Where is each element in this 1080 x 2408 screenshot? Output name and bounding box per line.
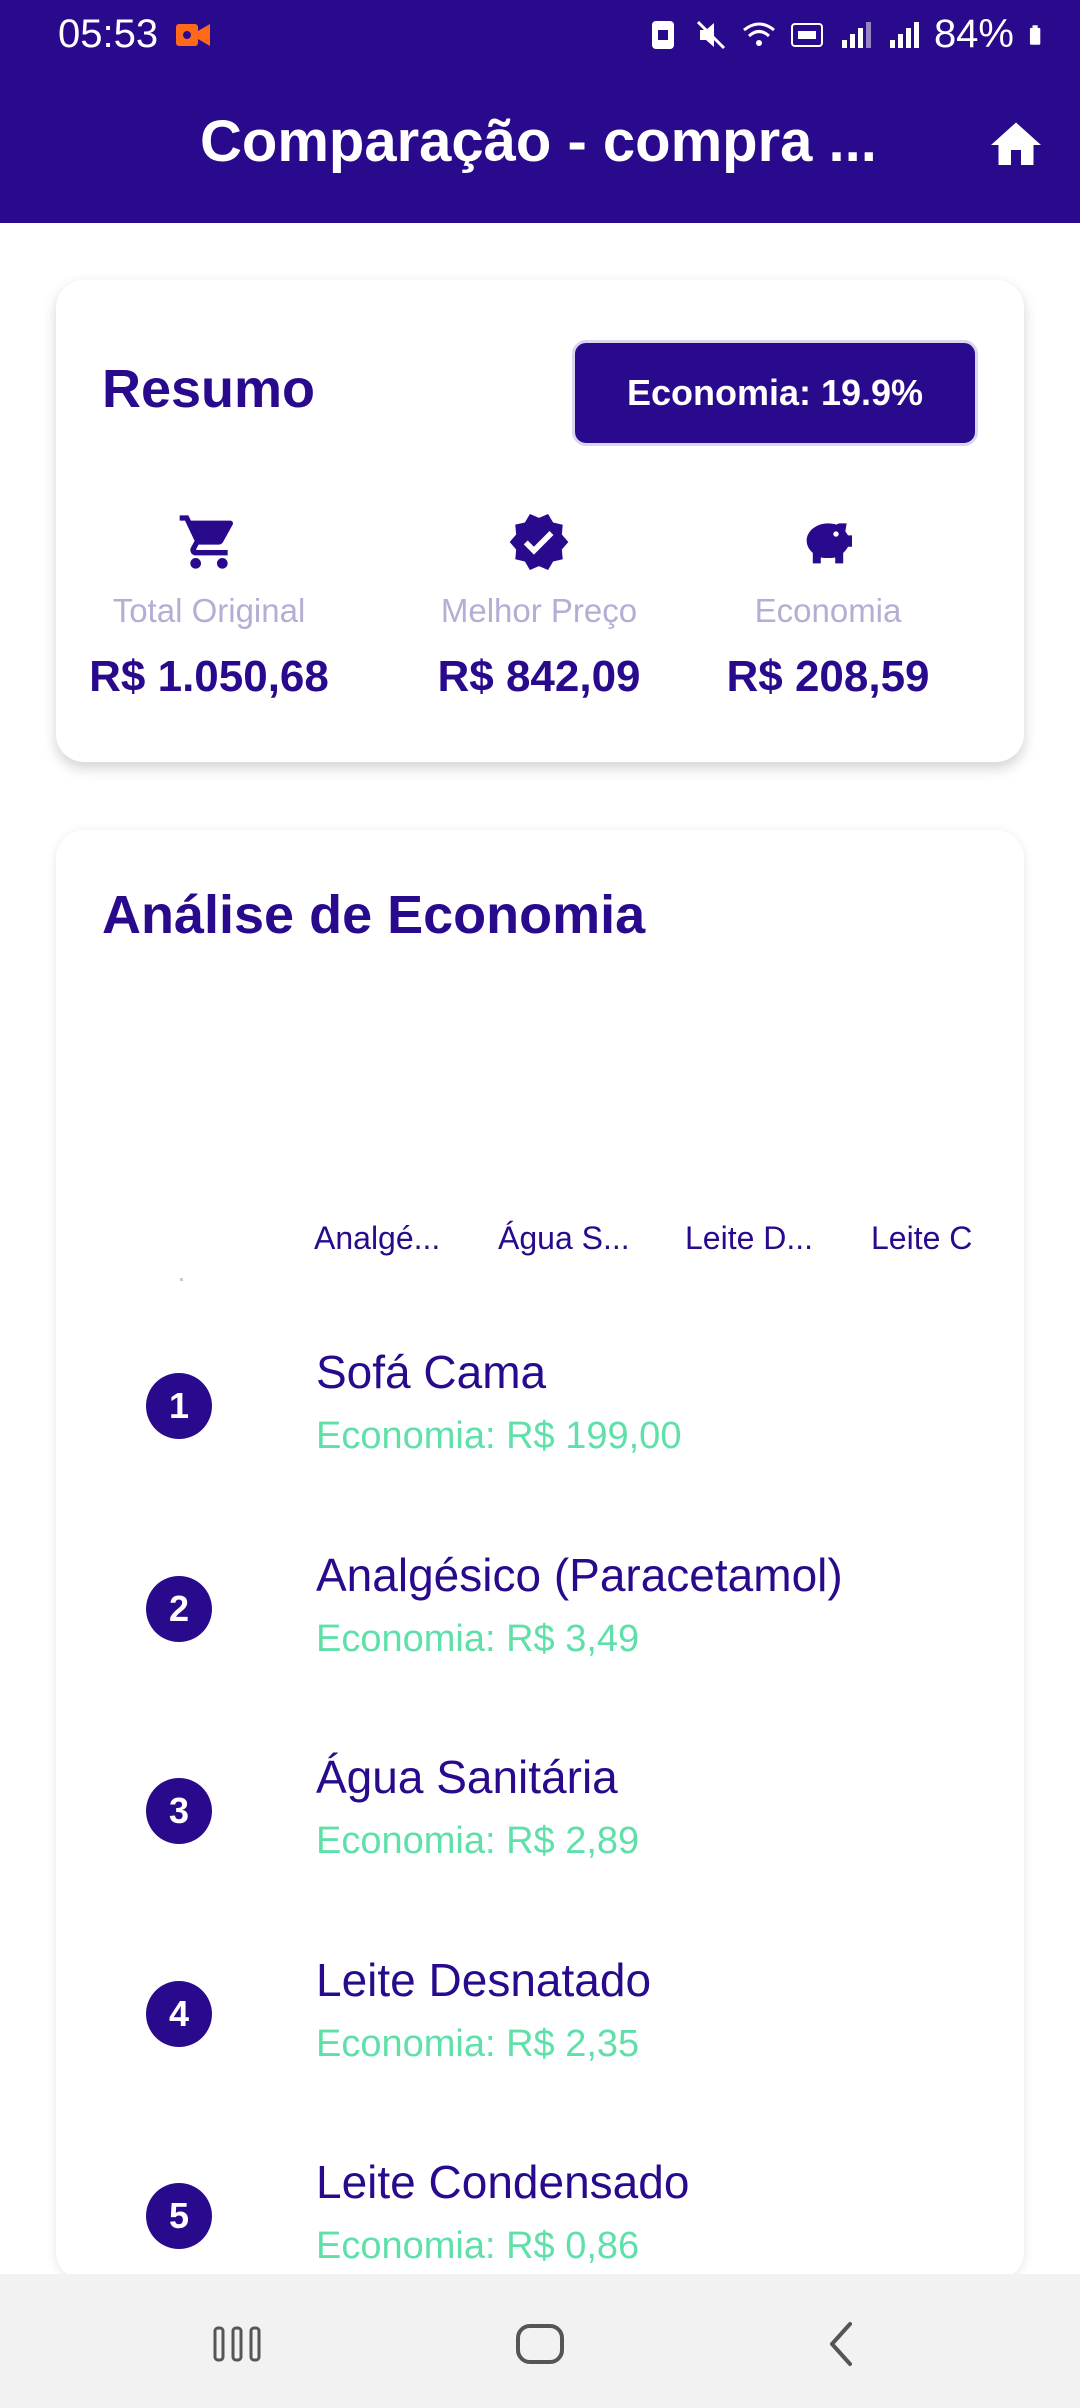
chart-axis-label: Leite C: [871, 1220, 973, 1256]
back-icon[interactable]: [812, 2314, 872, 2374]
stat-total-original: Total Original R$ 1.050,68: [59, 510, 359, 702]
rank-badge: 4: [146, 1981, 212, 2047]
item-economy: Economia: R$ 2,35: [316, 2023, 640, 2065]
wifi-icon: [743, 22, 775, 46]
chart-axis-label: Água S...: [498, 1220, 630, 1256]
sim-icon: [651, 20, 674, 49]
item-name: Leite Desnatado: [316, 1954, 652, 2006]
cart-icon: [179, 515, 234, 569]
signal-icon-1: [841, 21, 871, 48]
item-economy: Economia: R$ 0,86: [316, 2225, 640, 2267]
page-title: Comparação - compra ...: [200, 109, 877, 174]
list-item[interactable]: 3 Água Sanitária Economia: R$ 2,89: [146, 1750, 1006, 1870]
stat-label: Melhor Preço: [440, 592, 638, 629]
item-economy: Economia: R$ 199,00: [316, 1415, 682, 1457]
list-item[interactable]: 1 Sofá Cama Economia: R$ 199,00: [146, 1345, 1006, 1465]
app-header: 05:53 84% Comparação - compra ...: [0, 0, 1080, 223]
rank-badge: 3: [146, 1778, 212, 1844]
system-nav-bar: [0, 2274, 1080, 2408]
economy-badge: Economia: 19.9%: [572, 340, 978, 446]
list-item[interactable]: 5 Leite Condensado Economia: R$ 0,86: [146, 2155, 1006, 2275]
screen-record-icon: [176, 24, 210, 46]
verified-badge-icon: [509, 514, 569, 570]
list-item[interactable]: 4 Leite Desnatado Economia: R$ 2,35: [146, 1953, 1006, 2073]
item-economy: Economia: R$ 3,49: [316, 1618, 640, 1660]
summary-title: Resumo: [102, 359, 316, 419]
rank-badge: 1: [146, 1373, 212, 1439]
stat-value: R$ 842,09: [437, 652, 641, 701]
item-name: Analgésico (Paracetamol): [316, 1549, 843, 1601]
analysis-card: Análise de Economia Analgé... Água S... …: [56, 830, 1024, 2280]
chart-axis-label: Leite D...: [685, 1220, 814, 1256]
item-economy: Economia: R$ 2,89: [316, 1820, 640, 1862]
piggy-bank-icon: [806, 523, 852, 564]
home-icon[interactable]: [986, 115, 1046, 175]
status-icons: 84%: [646, 12, 1050, 57]
stat-label: Economia: [754, 592, 902, 629]
signal-icon-2: [889, 21, 919, 48]
summary-card: Resumo Economia: 19.9% Total Original R$…: [56, 280, 1024, 762]
rank-badge: 2: [146, 1576, 212, 1642]
stat-best-price: Melhor Preço R$ 842,09: [389, 510, 689, 702]
recent-apps-icon[interactable]: [207, 2314, 267, 2374]
stat-value: R$ 1.050,68: [89, 652, 329, 701]
volte-icon: [790, 22, 823, 47]
stat-economy: Economia R$ 208,59: [678, 510, 978, 702]
item-name: Água Sanitária: [316, 1751, 618, 1803]
item-name: Leite Condensado: [316, 2156, 690, 2208]
status-time: 05:53: [58, 12, 159, 56]
screen: 05:53 84% Comparação - compra ... Resumo…: [0, 0, 1080, 2408]
item-name: Sofá Cama: [316, 1346, 547, 1398]
battery-icon: [1029, 24, 1041, 45]
list-item[interactable]: 2 Analgésico (Paracetamol) Economia: R$ …: [146, 1548, 1006, 1668]
rank-badge: 5: [146, 2183, 212, 2249]
battery-percent: 84%: [933, 12, 1014, 56]
home-nav-icon[interactable]: [510, 2314, 570, 2374]
mute-icon: [696, 20, 725, 49]
stat-label: Total Original: [112, 592, 306, 629]
stat-value: R$ 208,59: [726, 652, 930, 701]
chart-axis-label: Analgé...: [314, 1220, 441, 1256]
chart-origin-mark: [180, 1278, 183, 1281]
analysis-title: Análise de Economia: [102, 885, 646, 945]
